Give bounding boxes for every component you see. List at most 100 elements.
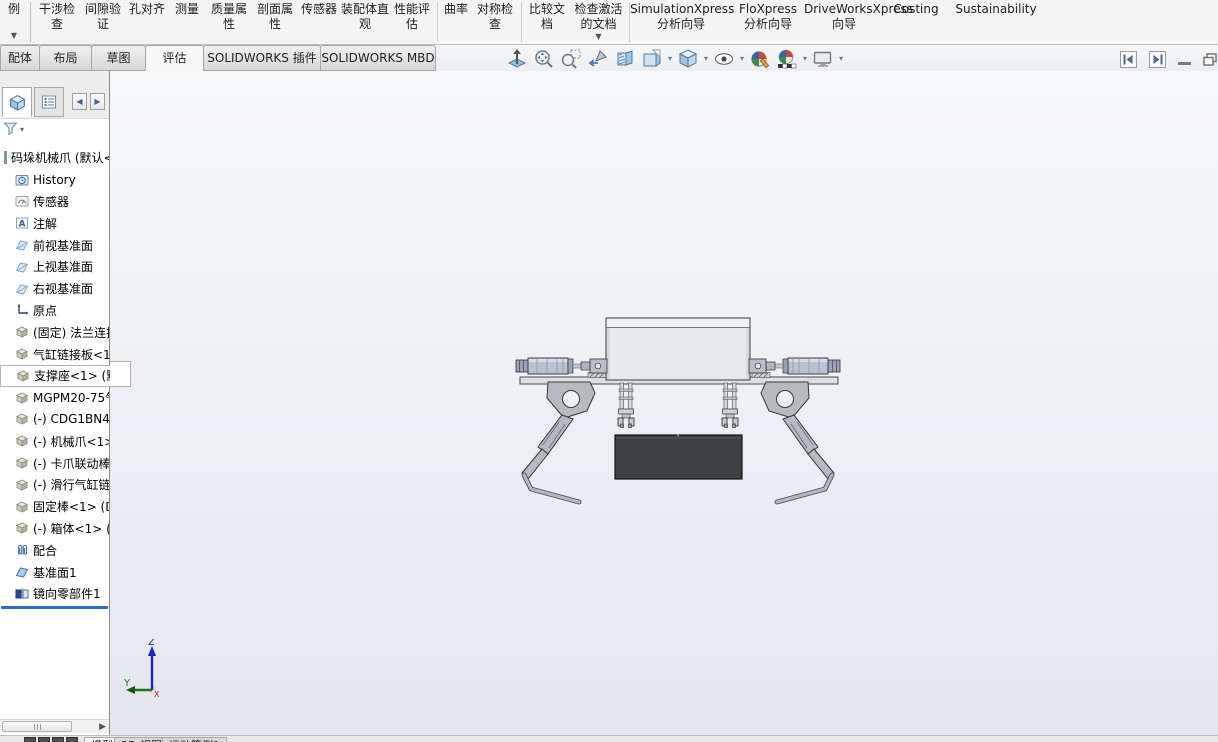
axis-y-label: Y	[124, 678, 131, 689]
mass-properties-button[interactable]: 质量属性	[206, 2, 252, 32]
minimize-button[interactable]	[1178, 62, 1191, 65]
model-housing[interactable]	[606, 318, 750, 380]
model-right-claw-arm[interactable]	[761, 382, 834, 502]
clearance-verification-button[interactable]: 间隙验证	[80, 2, 126, 32]
dropdown-caret-icon[interactable]: ▾	[803, 48, 807, 70]
tab-propertymanager[interactable]	[34, 87, 64, 117]
history-icon	[15, 173, 29, 187]
tree-item-front-plane[interactable]: 前视基准面	[0, 234, 109, 256]
dropdown-caret-icon[interactable]: ▾	[740, 48, 744, 70]
axis-x-label: X	[154, 690, 160, 699]
tree-root-assembly[interactable]: 码垛机械爪 (默认<	[0, 147, 109, 169]
view-orientation-icon[interactable]	[641, 48, 663, 70]
tab-assembly[interactable]: 配体	[0, 45, 40, 71]
view-settings-icon[interactable]	[812, 48, 834, 70]
dropdown-caret-icon[interactable]: ▾	[704, 48, 708, 70]
tree-item-sliding-cylinder-link[interactable]: (-) 滑行气缸链	[0, 474, 109, 496]
measure-button[interactable]: 测量	[168, 2, 206, 17]
compare-documents-button[interactable]: 比较文档	[524, 2, 570, 32]
check-active-document-button[interactable]: 检查激活的文档 ▼	[570, 2, 627, 43]
symmetry-check-button[interactable]: 对称检查	[472, 2, 518, 32]
scrollbar-grip[interactable]	[2, 721, 72, 732]
tab-layout[interactable]: 布局	[39, 45, 92, 71]
curvature-button[interactable]: 曲率	[440, 2, 472, 17]
panel-scroll-right-button[interactable]: ▶	[90, 93, 105, 110]
statusbar-icon[interactable]	[66, 737, 78, 742]
tree-item-mates[interactable]: 配合	[0, 539, 109, 561]
dropdown-caret-icon: ▼	[0, 32, 28, 40]
tree-item-claw-linkage-rod[interactable]: (-) 卡爪联动棒	[0, 452, 109, 474]
model-right-cylinder[interactable]	[749, 358, 840, 374]
tab-3d-views[interactable]: 3D 视图	[114, 737, 169, 742]
section-view-icon[interactable]	[614, 48, 636, 70]
display-style-icon[interactable]	[677, 48, 699, 70]
model-left-guide-pins[interactable]	[618, 383, 634, 428]
tree-filter[interactable]: ▾	[0, 119, 109, 147]
tree-item-cdg-cylinder[interactable]: (-) CDG1BN40	[0, 409, 109, 431]
normal-to-icon[interactable]	[506, 48, 528, 70]
hole-alignment-button[interactable]: 孔对齐	[126, 2, 168, 17]
collapse-right-pane-button[interactable]	[1149, 51, 1166, 68]
tab-solidworks-mbd[interactable]: SOLIDWORKS MBD	[320, 45, 436, 71]
tree-item-box-body[interactable]: (-) 箱体<1> (默	[0, 518, 109, 540]
panel-horizontal-scrollbar[interactable]: ▶	[0, 719, 109, 733]
statusbar-icon[interactable]	[38, 737, 50, 742]
zoom-to-fit-icon[interactable]	[533, 48, 555, 70]
assembly-model[interactable]	[490, 311, 870, 511]
dropdown-caret-icon[interactable]: ▾	[668, 48, 672, 70]
floxpress-wizard-button[interactable]: FloXpress 分析向导	[732, 2, 804, 32]
scroll-right-arrow-icon[interactable]: ▶	[99, 722, 106, 732]
filter-funnel-icon	[3, 121, 18, 136]
tree-item-cylinder-link-plate[interactable]: 气缸链接板<1:	[0, 343, 109, 365]
panel-scroll-left-button[interactable]: ◀	[72, 93, 87, 110]
assembly-visualization-button[interactable]: 装配体直观	[340, 2, 390, 32]
statusbar-icon[interactable]	[52, 737, 64, 742]
zoom-to-area-icon[interactable]	[560, 48, 582, 70]
rollback-bar[interactable]	[1, 606, 108, 609]
collapse-left-pane-button[interactable]	[1120, 51, 1137, 68]
dropdown-caret-icon[interactable]: ▾	[839, 48, 843, 70]
hide-show-items-icon[interactable]	[713, 48, 735, 70]
tree-item-gripper-claw[interactable]: (-) 机械爪<1>	[0, 430, 109, 452]
tree-item-top-plane[interactable]: 上视基准面	[0, 256, 109, 278]
tree-item-mgpm-cylinder[interactable]: MGPM20-75气	[0, 387, 109, 409]
origin-icon	[15, 303, 29, 317]
statusbar-icon[interactable]	[24, 737, 36, 742]
tree-item-plane1[interactable]: 基准面1	[0, 561, 109, 583]
performance-evaluation-button[interactable]: 性能评估	[390, 2, 434, 32]
model-dark-box[interactable]	[615, 435, 742, 480]
assembly-icon	[4, 151, 7, 164]
tree-item-fixed-rod[interactable]: 固定棒<1> (D	[0, 496, 109, 518]
tree-item-flange-connector[interactable]: (固定) 法兰连接	[0, 321, 109, 343]
tab-sketch[interactable]: 草图	[91, 45, 146, 71]
tree-item-history[interactable]: History	[0, 169, 109, 191]
part-icon	[15, 456, 29, 470]
tree-item-annotations[interactable]: 注解	[0, 212, 109, 234]
model-right-guide-pins[interactable]	[722, 383, 738, 428]
costing-button[interactable]: Costing	[888, 2, 944, 17]
sustainability-button[interactable]: Sustainability	[948, 2, 1044, 17]
interference-check-button[interactable]: 干涉检查	[34, 2, 80, 32]
tree-item-mirror-component[interactable]: 镜向零部件1	[0, 583, 109, 605]
tab-evaluate[interactable]: 评估	[145, 45, 204, 71]
restore-window-button[interactable]	[1203, 53, 1217, 66]
driveworksxpress-wizard-button[interactable]: DriveWorksXpress 向导	[804, 2, 884, 32]
cube-icon	[9, 94, 26, 111]
model-left-claw-arm[interactable]	[522, 382, 595, 502]
apply-scene-icon[interactable]	[776, 48, 798, 70]
previous-view-icon[interactable]	[587, 48, 609, 70]
section-properties-button[interactable]: 剖面属性	[252, 2, 298, 32]
tree-item-right-plane[interactable]: 右视基准面	[0, 278, 109, 300]
sensors-button[interactable]: 传感器	[298, 2, 340, 17]
edit-appearance-icon[interactable]	[749, 48, 771, 70]
tab-featuremanager-tree[interactable]	[2, 87, 32, 117]
model-left-cylinder[interactable]	[516, 358, 607, 374]
dropdown-caret-icon: ▾	[20, 125, 24, 134]
tab-solidworks-addins[interactable]: SOLIDWORKS 插件	[203, 45, 321, 71]
tab-motion-study-1[interactable]: 运动算例1	[162, 737, 227, 742]
tree-item-sensors[interactable]: 传感器	[0, 191, 109, 213]
simulationxpress-wizard-button[interactable]: SimulationXpress 分析向导	[630, 2, 732, 32]
ribbon-overflow-button[interactable]: 例 ▼	[0, 2, 28, 42]
tree-item-origin[interactable]: 原点	[0, 300, 109, 322]
graphics-viewport[interactable]: Z Y X	[110, 71, 1218, 735]
